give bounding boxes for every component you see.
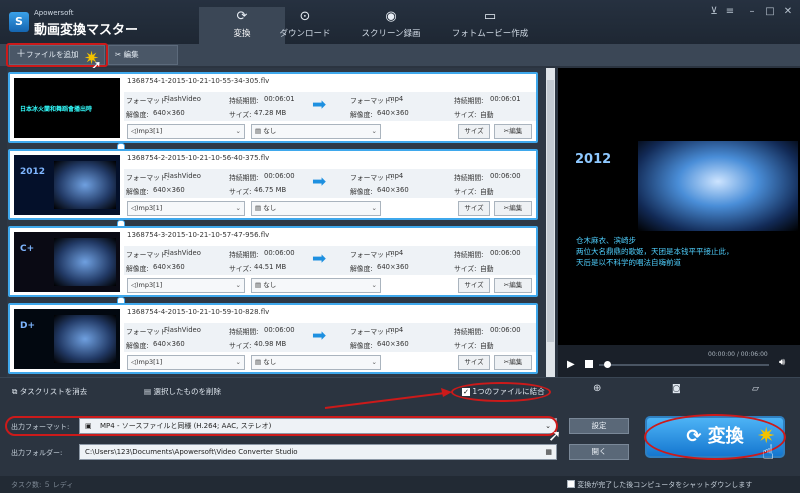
status-text: タスク数: ５ レディ — [11, 481, 74, 489]
checkbox-icon — [567, 480, 575, 488]
format-cursor-icon: ➚ — [548, 426, 562, 445]
shutdown-checkbox[interactable]: 変換が完了した後コンピュータをシャットダウンします — [567, 480, 752, 490]
annotation-arrows — [324, 388, 452, 409]
annotation-arrow-merge — [324, 392, 446, 409]
annotation-arrowhead-merge — [441, 388, 452, 397]
